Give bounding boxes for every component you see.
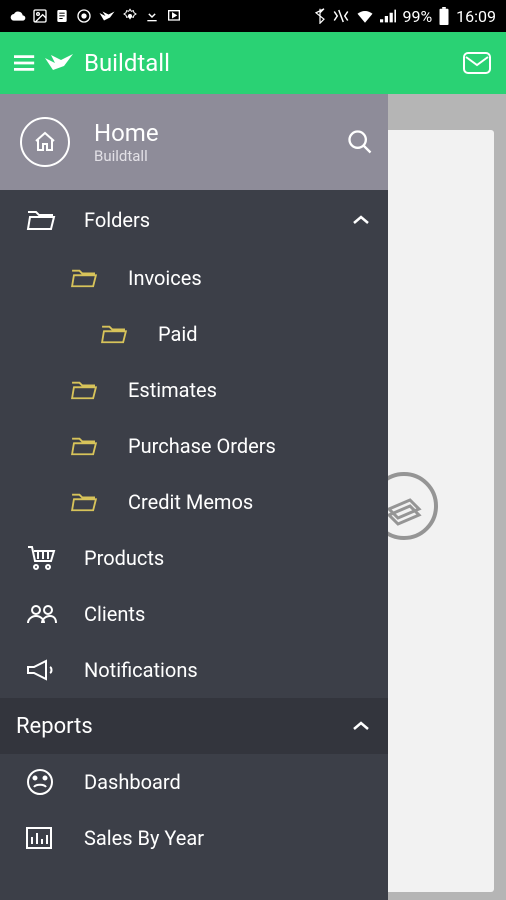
battery-icon bbox=[438, 7, 450, 25]
folder-icon bbox=[70, 379, 128, 401]
clock: 16:09 bbox=[456, 7, 496, 26]
bluetooth-icon bbox=[314, 8, 326, 24]
app-bar: Buildtall bbox=[0, 32, 506, 94]
search-icon[interactable] bbox=[346, 128, 374, 156]
nav-credit-memos-label: Credit Memos bbox=[128, 490, 370, 514]
drawer-header-titles: Home Buildtall bbox=[94, 119, 346, 165]
brand-bird-icon bbox=[44, 52, 74, 74]
drawer-subtitle: Buildtall bbox=[94, 147, 346, 165]
nav-paid-label: Paid bbox=[158, 322, 370, 346]
mail-icon[interactable] bbox=[462, 51, 492, 75]
megaphone-icon bbox=[26, 659, 84, 681]
chevron-up-icon bbox=[352, 720, 370, 732]
nav-dashboard-label: Dashboard bbox=[84, 770, 370, 794]
drawer-header[interactable]: Home Buildtall bbox=[0, 94, 388, 190]
nav-estimates[interactable]: Estimates bbox=[0, 362, 388, 418]
folder-open-icon bbox=[26, 208, 84, 232]
nav-invoices[interactable]: Invoices bbox=[0, 250, 388, 306]
folder-icon bbox=[70, 267, 128, 289]
nav-clients[interactable]: Clients bbox=[0, 586, 388, 642]
nav-notifications[interactable]: Notifications bbox=[0, 642, 388, 698]
status-image-icon bbox=[32, 8, 48, 24]
folder-icon bbox=[100, 323, 158, 345]
status-play-icon bbox=[166, 8, 182, 24]
nav-invoices-label: Invoices bbox=[128, 266, 370, 290]
status-left bbox=[10, 8, 182, 24]
status-sync-icon bbox=[76, 8, 92, 24]
nav-credit-memos[interactable]: Credit Memos bbox=[0, 474, 388, 530]
vibrate-icon bbox=[332, 8, 350, 24]
nav-purchase-orders[interactable]: Purchase Orders bbox=[0, 418, 388, 474]
status-cloud-icon bbox=[10, 8, 26, 24]
battery-percent: 99% bbox=[402, 7, 432, 26]
nav-products[interactable]: Products bbox=[0, 530, 388, 586]
gauge-icon bbox=[26, 768, 84, 796]
nav-paid[interactable]: Paid bbox=[0, 306, 388, 362]
status-right: 99% 16:09 bbox=[314, 7, 496, 26]
cart-icon bbox=[26, 545, 84, 571]
nav-sales-by-year-label: Sales By Year bbox=[84, 826, 370, 850]
signal-icon bbox=[380, 9, 396, 23]
bar-chart-icon bbox=[26, 827, 84, 849]
status-bird-icon bbox=[98, 9, 116, 23]
nav-dashboard[interactable]: Dashboard bbox=[0, 754, 388, 810]
nav-folders-label: Folders bbox=[84, 208, 352, 232]
status-bar: 99% 16:09 bbox=[0, 0, 506, 32]
menu-icon[interactable] bbox=[14, 54, 36, 72]
folder-icon bbox=[70, 435, 128, 457]
status-download-icon bbox=[144, 8, 160, 24]
status-doc-icon bbox=[54, 8, 70, 24]
nav-estimates-label: Estimates bbox=[128, 378, 370, 402]
nav-folders[interactable]: Folders bbox=[0, 190, 388, 250]
app-title: Buildtall bbox=[84, 49, 462, 77]
wifi-icon bbox=[356, 9, 374, 23]
nav-clients-label: Clients bbox=[84, 602, 370, 626]
home-icon bbox=[20, 117, 70, 167]
folder-icon bbox=[70, 491, 128, 513]
nav-drawer: Home Buildtall Folders Invoices Paid Est bbox=[0, 94, 388, 900]
status-gear-icon bbox=[122, 8, 138, 24]
nav-reports[interactable]: Reports bbox=[0, 698, 388, 754]
nav-sales-by-year[interactable]: Sales By Year bbox=[0, 810, 388, 866]
drawer-title: Home bbox=[94, 119, 346, 147]
people-icon bbox=[26, 603, 84, 625]
chevron-up-icon bbox=[352, 214, 370, 226]
nav-notifications-label: Notifications bbox=[84, 658, 370, 682]
nav-products-label: Products bbox=[84, 546, 370, 570]
nav-purchase-orders-label: Purchase Orders bbox=[128, 434, 370, 458]
nav-reports-label: Reports bbox=[16, 714, 352, 739]
